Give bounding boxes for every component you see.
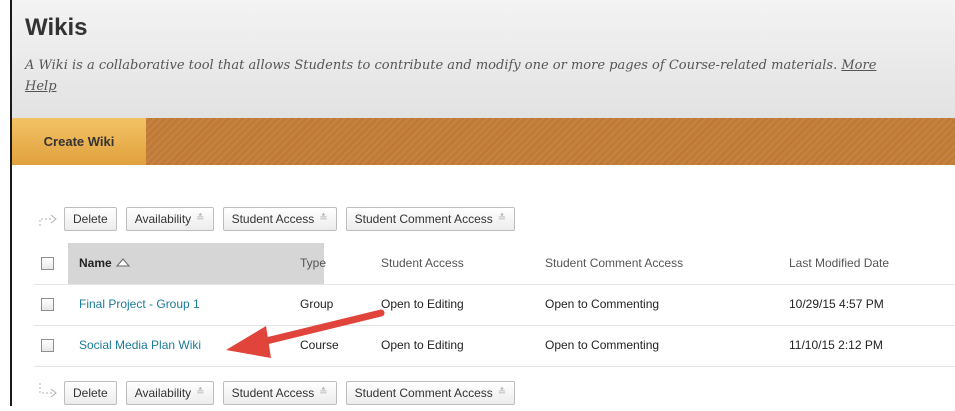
availability-label: Availability [134, 212, 192, 226]
chevron-down-icon: ≛ [319, 387, 328, 398]
student-access-label: Student Access [231, 386, 315, 400]
wiki-student-access: Open to Editing [381, 297, 464, 311]
more-link[interactable]: More [841, 58, 876, 73]
student-comment-access-label: Student Comment Access [354, 212, 493, 226]
wiki-name-link[interactable]: Final Project - Group 1 [79, 284, 200, 325]
action-bar: Create Wiki [12, 118, 955, 165]
table-header-row: Name Type Student Access Student Comment… [34, 243, 955, 285]
table-row: Social Media Plan Wiki Course Open to Ed… [34, 325, 955, 367]
column-header-student-access[interactable]: Student Access [381, 243, 464, 284]
toolbar-arrow-icon [34, 206, 64, 232]
select-all-checkbox[interactable] [41, 257, 54, 270]
delete-button[interactable]: Delete [64, 207, 117, 231]
wiki-last-modified: 10/29/15 4:57 PM [789, 297, 884, 311]
student-comment-access-button[interactable]: Student Comment Access ≛ [345, 381, 516, 405]
column-name-label: Name [79, 256, 112, 270]
page-title: Wikis [25, 14, 88, 41]
sort-ascending-icon [115, 243, 130, 284]
table-row: Final Project - Group 1 Group Open to Ed… [34, 284, 955, 326]
student-comment-access-label: Student Comment Access [354, 386, 493, 400]
availability-label: Availability [134, 386, 192, 400]
column-header-last-modified[interactable]: Last Modified Date [789, 243, 889, 284]
row-checkbox[interactable] [41, 339, 54, 352]
top-toolbar: Delete Availability ≛ Student Access ≛ Stu… [34, 206, 524, 232]
delete-label: Delete [73, 386, 108, 400]
availability-button[interactable]: Availability ≛ [125, 207, 214, 231]
chevron-down-icon: ≛ [196, 387, 205, 398]
wiki-type: Group [300, 297, 334, 311]
chevron-down-icon: ≛ [319, 213, 328, 224]
column-header-student-comment-access[interactable]: Student Comment Access [545, 243, 683, 284]
create-wiki-button[interactable]: Create Wiki [12, 118, 146, 165]
chevron-down-icon: ≛ [497, 213, 507, 224]
student-access-button[interactable]: Student Access ≛ [222, 207, 337, 231]
wiki-last-modified: 11/10/15 2:12 PM [789, 338, 883, 352]
description-text: A Wiki is a collaborative tool that allo… [25, 58, 838, 73]
availability-button[interactable]: Availability ≛ [125, 381, 214, 405]
page-description: A Wiki is a collaborative tool that allo… [25, 55, 955, 97]
help-link[interactable]: Help [25, 79, 57, 94]
student-access-label: Student Access [231, 212, 315, 226]
column-header-type[interactable]: Type [300, 243, 326, 284]
toolbar-arrow-icon [34, 380, 64, 406]
wiki-name-link[interactable]: Social Media Plan Wiki [79, 325, 201, 366]
chevron-down-icon: ≛ [196, 213, 205, 224]
chevron-down-icon: ≛ [497, 387, 507, 398]
row-checkbox[interactable] [41, 298, 54, 311]
column-header-name[interactable]: Name [79, 243, 130, 284]
wiki-student-access: Open to Editing [381, 338, 464, 352]
delete-label: Delete [73, 212, 108, 226]
student-comment-access-button[interactable]: Student Comment Access ≛ [345, 207, 516, 231]
wiki-type: Course [300, 338, 339, 352]
wiki-comment-access: Open to Commenting [545, 338, 660, 352]
delete-button[interactable]: Delete [64, 381, 117, 405]
bottom-toolbar: Delete Availability ≛ Student Access ≛ Stu… [34, 380, 524, 406]
wiki-comment-access: Open to Commenting [545, 297, 660, 311]
student-access-button[interactable]: Student Access ≛ [222, 381, 337, 405]
